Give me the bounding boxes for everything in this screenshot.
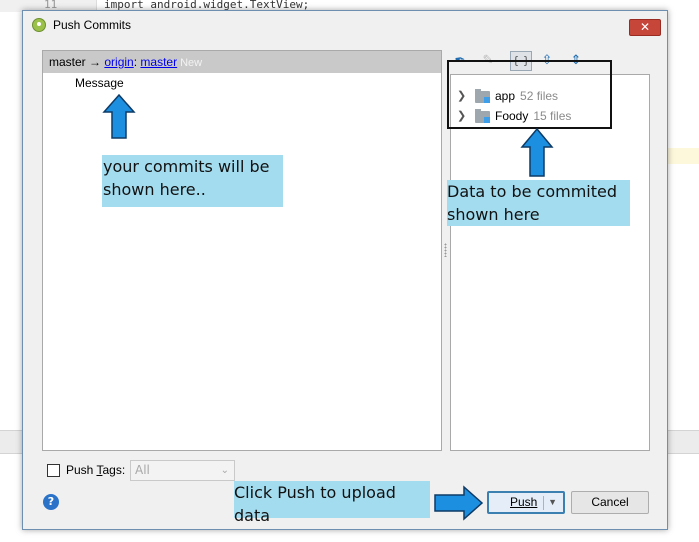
branch-row[interactable]: master → origin: master New	[43, 51, 441, 73]
cancel-button[interactable]: Cancel	[571, 491, 649, 514]
help-icon[interactable]: ?	[43, 494, 59, 510]
branch-separator: :	[133, 55, 138, 69]
dialog-titlebar[interactable]: Push Commits ✕	[23, 11, 667, 39]
push-options-dropdown-icon[interactable]: ▼	[548, 493, 557, 512]
target-branch-link[interactable]: master	[140, 55, 177, 69]
changes-highlight-box	[447, 60, 612, 129]
push-button[interactable]: Push ▼	[487, 491, 565, 514]
local-branch: master	[49, 55, 86, 69]
branch-arrow: →	[89, 55, 102, 69]
remote-link[interactable]: origin	[104, 55, 133, 69]
push-annotation: Click Push to upload data	[234, 481, 430, 525]
editor-highlight-line	[668, 148, 699, 164]
push-tags-label: Push Tags:	[66, 463, 126, 477]
push-button-label: Push	[510, 495, 538, 509]
dialog-title: Push Commits	[53, 18, 132, 32]
branch-spec: master → origin: master New	[49, 55, 202, 69]
up-arrow-icon	[102, 93, 136, 139]
up-arrow-icon	[520, 127, 554, 177]
chevron-down-icon: ⌄	[220, 465, 229, 476]
commits-panel[interactable]: master → origin: master New Message	[42, 50, 442, 451]
message-column-header: Message	[75, 76, 124, 90]
commits-annotation: your commits will be shown here..	[102, 155, 283, 207]
right-arrow-icon	[434, 485, 484, 521]
data-annotation: Data to be commited shown here	[447, 180, 630, 226]
tags-select[interactable]: All ⌄	[130, 460, 235, 481]
new-badge: New	[180, 57, 203, 69]
android-studio-icon	[32, 18, 46, 32]
splitter-handle[interactable]	[444, 243, 447, 257]
close-button[interactable]: ✕	[629, 19, 661, 36]
tags-select-value: All	[135, 463, 150, 477]
push-button-separator	[543, 496, 544, 510]
push-tags-checkbox[interactable]	[47, 464, 60, 477]
